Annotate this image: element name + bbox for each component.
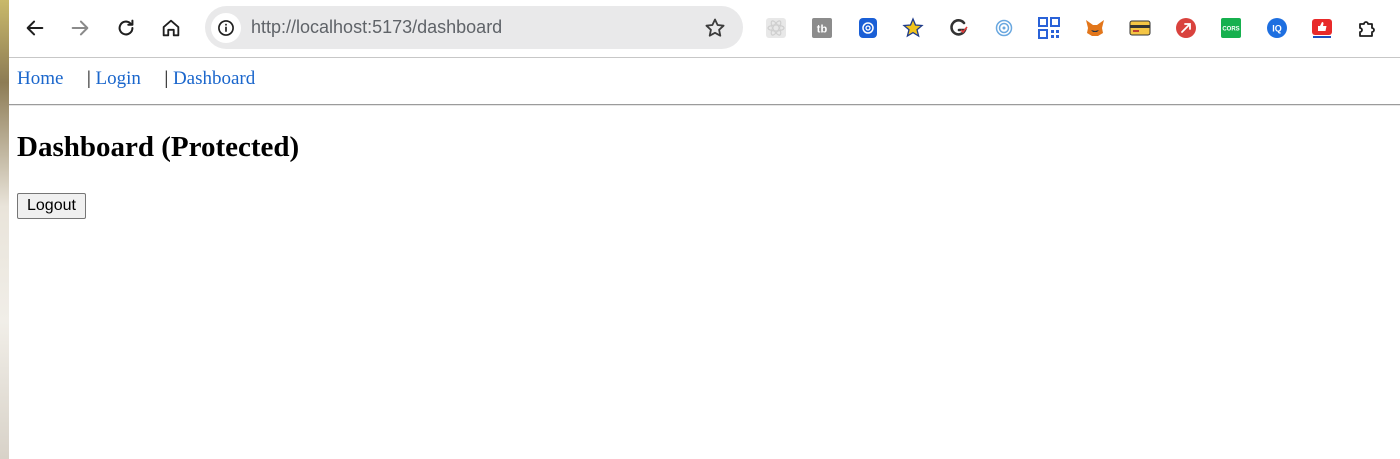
svg-text:IQ: IQ [1272, 24, 1282, 34]
tb-extension-icon[interactable]: tb [811, 17, 833, 39]
iq-icon[interactable]: IQ [1266, 17, 1288, 39]
desktop-edge [0, 0, 9, 459]
g-check-icon[interactable] [947, 17, 969, 39]
page-title: Dashboard (Protected) [17, 131, 300, 163]
nav-link-dashboard[interactable]: Dashboard [173, 68, 255, 89]
page-nav: Home | Login | Dashboard [17, 68, 255, 90]
home-button[interactable] [155, 12, 187, 44]
thumbs-up-icon[interactable] [1311, 17, 1333, 39]
svg-text:tb: tb [817, 24, 828, 36]
home-icon [162, 19, 180, 37]
url-path: :5173/dashboard [367, 17, 503, 37]
forward-button[interactable] [64, 12, 96, 44]
react-devtools-icon[interactable] [765, 17, 787, 39]
fingerprint-icon[interactable] [857, 17, 879, 39]
touch-icon[interactable] [993, 17, 1015, 39]
svg-text:CORS: CORS [1222, 27, 1239, 33]
url-host: http://localhost [251, 17, 368, 37]
address-bar[interactable]: http://localhost:5173/dashboard [205, 6, 743, 49]
back-button[interactable] [19, 12, 51, 44]
nav-separator: | [86, 68, 91, 89]
site-info-button[interactable] [211, 13, 241, 43]
cors-icon[interactable]: CORS [1220, 17, 1242, 39]
reload-button[interactable] [110, 12, 142, 44]
logout-button[interactable]: Logout [17, 193, 86, 219]
back-arrow-icon [26, 20, 44, 36]
browser-toolbar: http://localhost:5173/dashboard tb CORS … [9, 0, 1400, 58]
card-icon[interactable] [1129, 17, 1151, 39]
url-text[interactable]: http://localhost:5173/dashboard [251, 17, 502, 38]
star-extension-icon[interactable] [902, 17, 924, 39]
metamask-fox-icon[interactable] [1084, 17, 1106, 39]
bookmark-star-icon[interactable] [703, 16, 727, 40]
qr-code-icon[interactable] [1038, 17, 1060, 39]
info-icon [218, 20, 234, 36]
nav-link-login[interactable]: Login [96, 68, 141, 89]
forward-arrow-icon [71, 20, 89, 36]
divider [9, 104, 1400, 106]
red-arrow-icon[interactable] [1175, 17, 1197, 39]
reload-icon [118, 19, 134, 36]
nav-separator: | [164, 68, 169, 89]
nav-link-home[interactable]: Home [17, 68, 63, 89]
puzzle-icon[interactable] [1356, 17, 1378, 39]
